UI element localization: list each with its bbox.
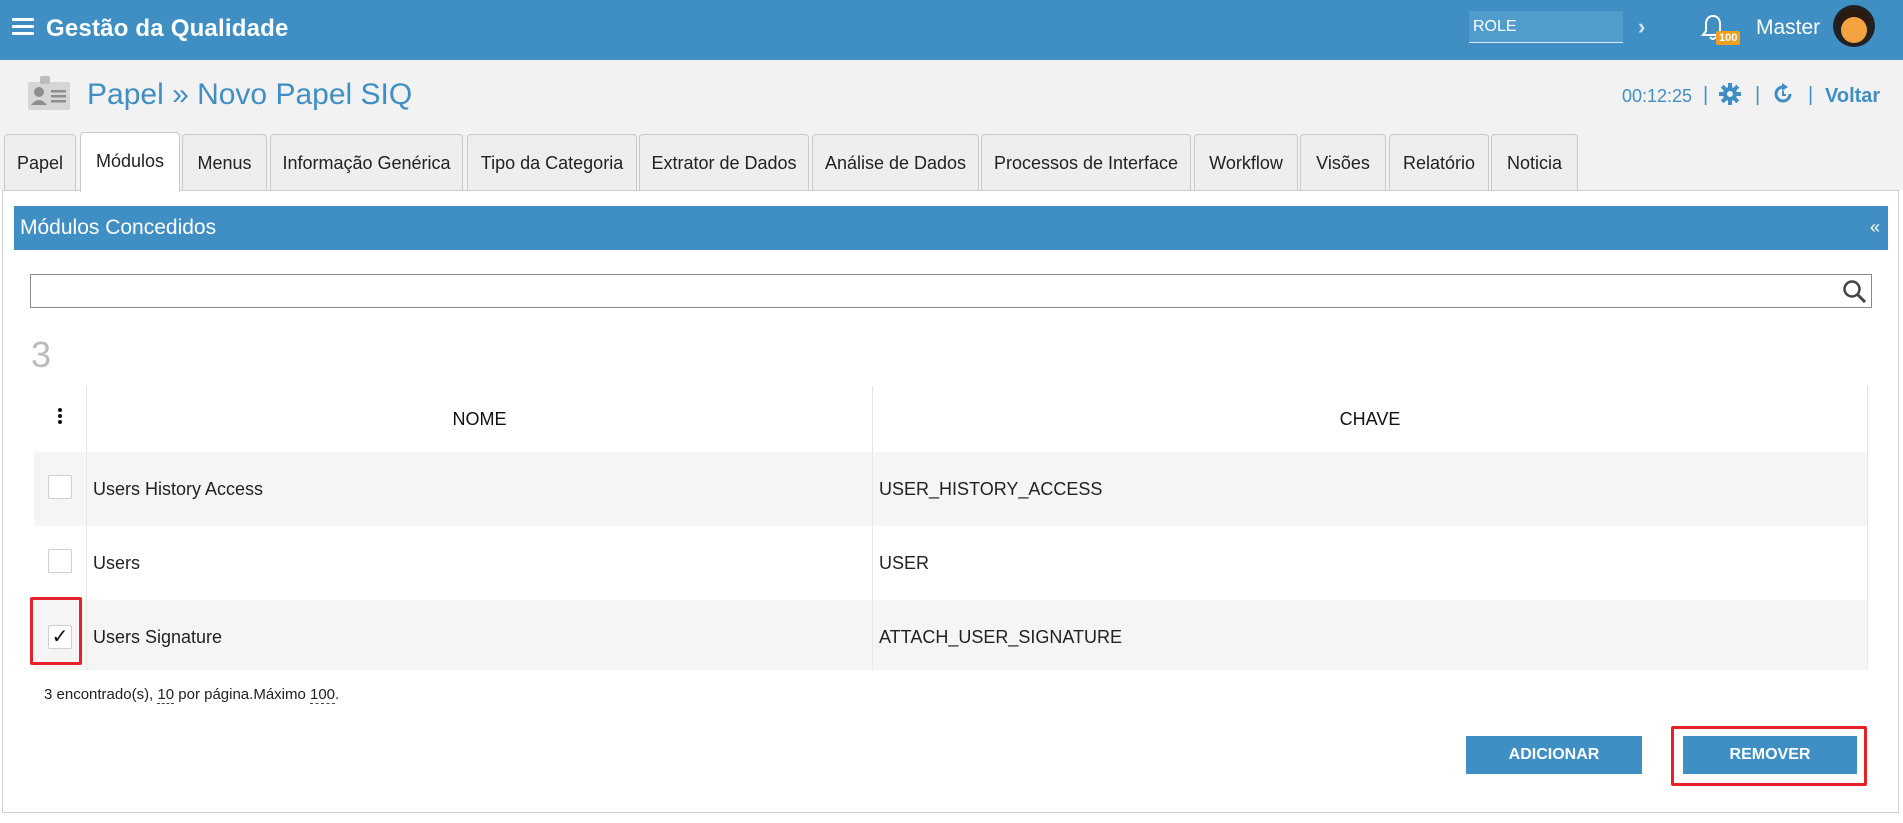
tab-modulos[interactable]: Módulos (80, 132, 180, 192)
pagination-info: 3 encontrado(s), 10 por página.Máximo 10… (34, 670, 1868, 710)
tab-relatorio[interactable]: Relatório (1389, 134, 1489, 190)
cell-chave: ATTACH_USER_SIGNATURE (872, 600, 1868, 674)
tab-tipo-da-categoria[interactable]: Tipo da Categoria (467, 134, 637, 190)
refresh-icon[interactable] (1771, 82, 1795, 106)
cell-nome: Users (86, 526, 873, 600)
found-count-text: 3 encontrado(s), (44, 686, 158, 703)
top-bar: Gestão da Qualidade › 100 Master (0, 0, 1903, 60)
kebab-menu-icon[interactable] (58, 407, 62, 426)
highlight-box-checkbox (30, 597, 82, 665)
table-header-row: NOME CHAVE (34, 386, 1868, 452)
tab-papel[interactable]: Papel (4, 134, 76, 190)
page-header: Papel » Novo Papel SIQ 00:12:25 | | | Vo… (0, 60, 1903, 132)
tab-extrator-de-dados[interactable]: Extrator de Dados (639, 134, 809, 190)
max-selector[interactable]: 100 (310, 686, 336, 704)
tab-noticia[interactable]: Noticia (1491, 134, 1578, 190)
tab-visoes[interactable]: Visões (1300, 134, 1386, 190)
search-input[interactable] (33, 277, 1837, 307)
per-page-selector[interactable]: 10 (157, 686, 175, 704)
chevron-right-icon[interactable]: › (1638, 14, 1645, 40)
row-checkbox[interactable] (48, 548, 72, 573)
panel-header[interactable]: Módulos Concedidos « (14, 206, 1888, 250)
notification-badge: 100 (1716, 31, 1741, 45)
tab-bar: Papel Módulos Menus Informação Genérica … (0, 132, 1903, 192)
footer-end: . (335, 686, 340, 703)
row-select-cell (34, 452, 87, 526)
gear-icon[interactable] (1718, 82, 1742, 106)
cell-chave: USER_HISTORY_ACCESS (872, 452, 1868, 526)
user-name[interactable]: Master (1756, 16, 1820, 40)
search-field[interactable] (30, 274, 1872, 308)
table-row[interactable]: Users USER (34, 526, 1868, 600)
column-options[interactable] (34, 386, 87, 452)
role-selector-input[interactable] (1469, 11, 1623, 43)
tab-analise-de-dados[interactable]: Análise de Dados (812, 134, 979, 190)
separator: | (1808, 84, 1814, 106)
modules-table: NOME CHAVE Users History Access USER_HIS… (34, 386, 1868, 674)
cell-nome: Users History Access (86, 452, 873, 526)
collapse-icon[interactable]: « (1870, 217, 1880, 238)
back-link[interactable]: Voltar (1825, 85, 1880, 108)
avatar[interactable] (1833, 5, 1875, 47)
cell-chave: USER (872, 526, 1868, 600)
row-select-cell (34, 526, 87, 600)
separator: | (1755, 84, 1761, 106)
table-row[interactable]: Users History Access USER_HISTORY_ACCESS (34, 452, 1868, 526)
row-checkbox[interactable] (48, 474, 72, 499)
session-timer: 00:12:25 (1622, 86, 1693, 106)
tab-informacao-generica[interactable]: Informação Genérica (270, 134, 463, 190)
table-row[interactable]: ✓ Users Signature ATTACH_USER_SIGNATURE (34, 600, 1868, 674)
highlight-box-remove (1671, 726, 1867, 786)
tab-workflow[interactable]: Workflow (1194, 134, 1298, 190)
search-icon[interactable] (1842, 279, 1868, 305)
tab-processos-de-interface[interactable]: Processos de Interface (981, 134, 1191, 190)
tab-menus[interactable]: Menus (182, 134, 267, 190)
add-button[interactable]: ADICIONAR (1466, 736, 1642, 774)
id-card-icon (28, 76, 70, 110)
page-title: Papel » Novo Papel SIQ (87, 78, 413, 111)
panel-title: Módulos Concedidos (20, 216, 217, 239)
app-title: Gestão da Qualidade (46, 15, 289, 42)
column-header-nome[interactable]: NOME (86, 386, 873, 452)
per-page-text: por página.Máximo (174, 686, 310, 703)
cell-nome: Users Signature (86, 600, 873, 674)
column-header-chave[interactable]: CHAVE (872, 386, 1868, 452)
separator: | (1703, 84, 1709, 106)
result-count: 3 (31, 334, 52, 375)
hamburger-menu-icon[interactable] (12, 18, 34, 36)
